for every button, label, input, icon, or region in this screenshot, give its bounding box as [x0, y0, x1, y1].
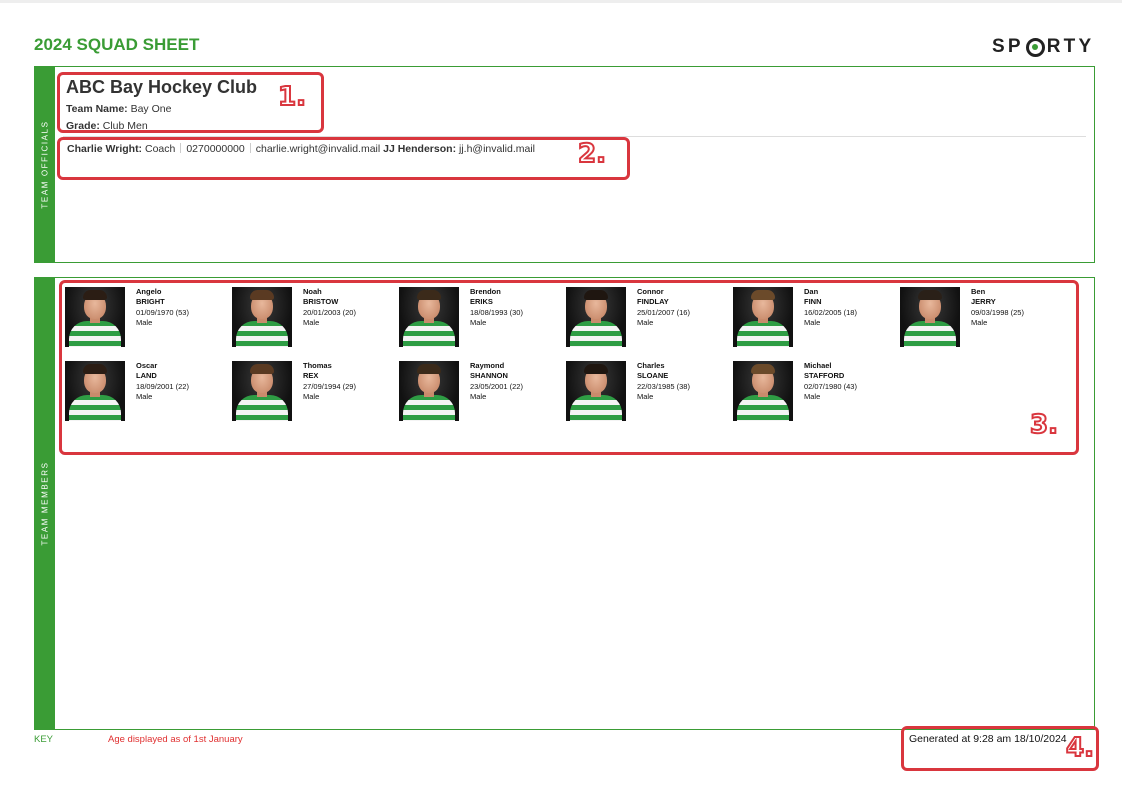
annotation-number-1: 1. [277, 81, 307, 113]
officials-side-bar: TEAM OFFICIALS [35, 67, 55, 262]
members-side-label: TEAM MEMBERS [40, 461, 50, 546]
annotation-number-2: 2. [577, 138, 607, 170]
members-side-bar: TEAM MEMBERS [35, 278, 55, 729]
document-title: 2024 SQUAD SHEET [34, 35, 200, 54]
key-label: KEY [34, 734, 54, 745]
age-note: Age displayed as of 1st January [108, 734, 243, 745]
annotation-box-2 [57, 137, 630, 180]
logo-o-icon [1025, 37, 1045, 57]
annotation-box-3 [59, 280, 1079, 455]
top-border [0, 0, 1122, 3]
logo-text-end: RTY [1046, 36, 1095, 57]
logo-text-start: SP [992, 36, 1024, 57]
annotation-number-4: 4. [1065, 732, 1095, 764]
sporty-logo: SP RTY [992, 36, 1094, 58]
officials-side-label: TEAM OFFICIALS [40, 120, 50, 209]
annotation-number-3: 3. [1029, 409, 1059, 441]
